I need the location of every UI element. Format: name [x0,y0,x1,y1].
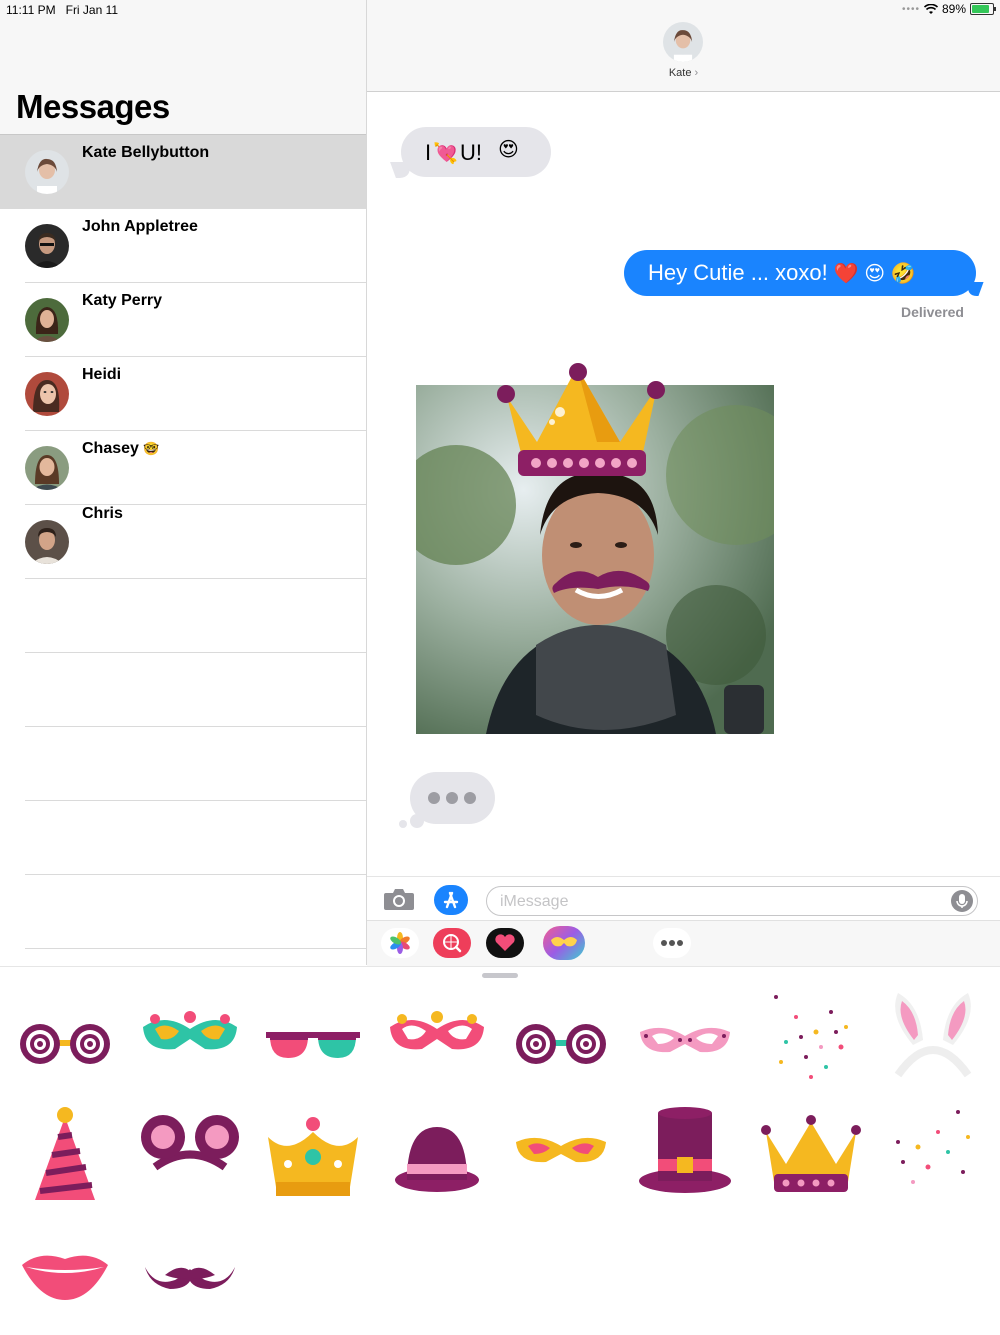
microphone-icon [956,894,968,908]
sticker-confetti-small[interactable] [878,1102,988,1202]
avatar [25,520,69,564]
empty-row [0,653,366,727]
digital-touch-app-button[interactable] [486,928,524,958]
sticker-gold-crown[interactable] [756,1102,866,1202]
status-time: 11:11 PM Fri Jan 11 [6,3,119,17]
sticker-gold-crown-jewel[interactable] [258,1102,368,1202]
sticker-party-hat[interactable] [10,1105,120,1205]
status-right: •••• 89% [901,2,996,16]
battery-icon [970,3,996,15]
empty-row [0,875,366,949]
app-store-icon [443,891,459,909]
contact-avatar[interactable] [663,22,703,62]
conversation-row-chris[interactable]: Chris [0,505,366,579]
sidebar-header: Messages [0,0,366,135]
avatar [25,298,69,342]
conversation-row-heidi[interactable]: Heidi [0,357,366,431]
more-apps-button[interactable] [653,928,691,958]
signal-dots-icon: •••• [901,3,920,15]
avatar [25,372,69,416]
delivery-status: Delivered [900,304,964,320]
empty-row [0,579,366,653]
drawer-handle[interactable] [482,973,518,978]
heart-touch-icon [495,934,515,951]
carnival-mask-icon [551,937,577,947]
conversation-list: Kate Bellybutton John Appletree Katy Per… [0,135,366,949]
status-bar: 11:11 PM Fri Jan 11 •••• 89% [0,0,1000,20]
sticker-carnival-mask-pink[interactable] [382,987,492,1087]
globe-search-icon [443,934,462,953]
app-drawer-strip [367,920,1000,967]
photos-app-button[interactable] [381,928,419,958]
contact-name-button[interactable]: Kate › [367,67,1000,79]
heart-eyes-emoji: 😍 [498,138,519,161]
outgoing-emojis: ❤️ 😍 🤣 [833,262,916,285]
avatar [25,150,69,194]
sticker-yellow-mask[interactable] [506,1102,616,1202]
conversation-row-kate[interactable]: Kate Bellybutton [0,135,366,209]
typing-indicator [410,772,495,824]
camera-button[interactable] [383,887,415,911]
heart-arrow-emoji: 💘 [433,142,459,165]
sticker-bunny-ears[interactable] [878,985,988,1085]
avatar [25,446,69,490]
carnival-sticker-app-button[interactable] [543,926,585,960]
incoming-message-bubble[interactable]: I 💘 U! 😍 [401,127,551,177]
crown-sticker-overlay[interactable] [492,362,667,482]
conversation-sidebar: Messages Kate Bellybutton John Appletree… [0,0,367,965]
message-thread: I 💘 U! 😍 Hey Cutie ... xoxo! ❤️ 😍 🤣 Deli… [367,92,1000,876]
microphone-button[interactable] [951,890,973,912]
sticker-spiral-glasses[interactable] [10,992,120,1092]
sticker-mouse-ears[interactable] [135,1097,245,1197]
empty-row [0,727,366,801]
sticker-pink-sunglasses[interactable] [258,992,368,1092]
sticker-bowler-hat[interactable] [382,1102,492,1202]
sticker-confetti[interactable] [756,987,866,1087]
conversation-row-katy[interactable]: Katy Perry [0,283,366,357]
wifi-icon [923,3,938,14]
conversation-name: Chris [82,505,123,522]
sticker-mustache[interactable] [135,1225,245,1325]
sticker-lips[interactable] [10,1225,120,1325]
more-icon [661,940,683,946]
outgoing-message-bubble[interactable]: Hey Cutie ... xoxo! ❤️ 😍 🤣 [624,250,976,296]
empty-row [0,801,366,875]
message-input[interactable]: iMessage [486,886,978,916]
message-placeholder: iMessage [500,893,569,910]
image-search-app-button[interactable] [433,928,471,958]
sticker-sparkle-mask[interactable] [630,992,740,1092]
conversation-name: John Appletree [82,218,198,235]
camera-icon [384,889,414,910]
conversation-name: Katy Perry [82,292,163,309]
sticker-carnival-mask-green[interactable] [135,987,245,1087]
conversation-name: Kate Bellybutton [82,144,210,161]
sticker-top-hat[interactable] [630,1099,740,1199]
conversation-row-chasey[interactable]: Chasey 🤓 [0,431,366,505]
app-store-button[interactable] [434,885,468,915]
conversation-name: Chasey 🤓 [82,440,160,457]
page-title: Messages [16,88,170,125]
sticker-spiral-glasses-teal[interactable] [506,992,616,1092]
sticker-drawer [0,966,1000,1335]
conversation-row-john[interactable]: John Appletree [0,209,366,283]
battery-percent: 89% [941,2,966,16]
chevron-right-icon: › [694,67,699,79]
photos-icon [390,932,410,954]
compose-bar: iMessage [367,876,1000,921]
conversation-name: Heidi [82,366,122,383]
avatar [25,224,69,268]
